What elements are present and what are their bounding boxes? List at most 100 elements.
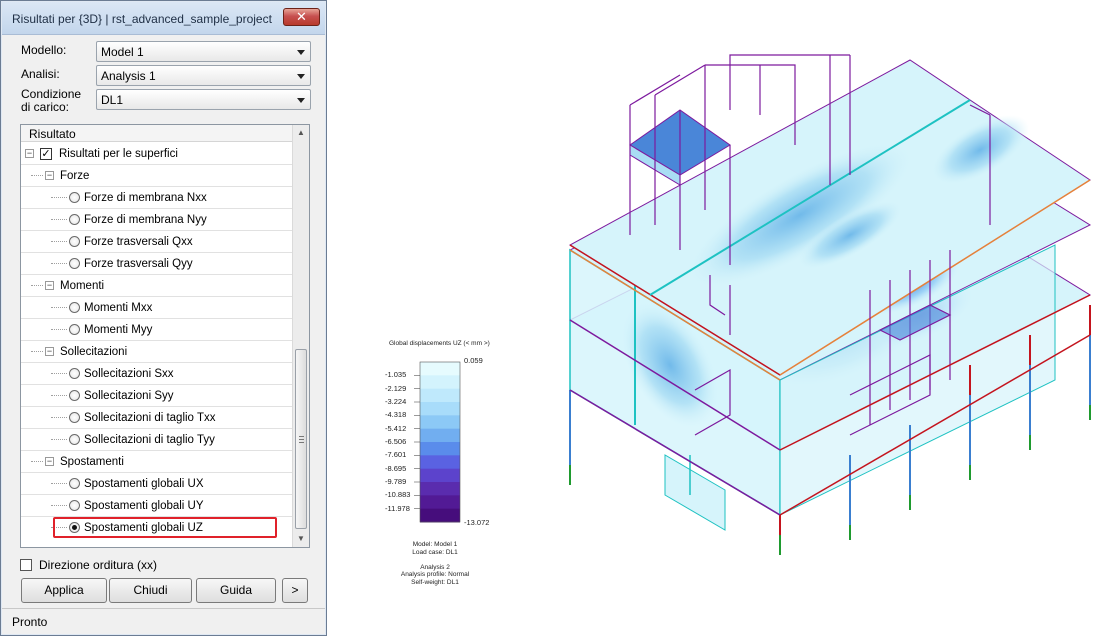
check-icon[interactable]: ✓ [40, 148, 52, 160]
results-tree: Risultato − ✓ Risultati per le superfici… [20, 124, 310, 548]
radio-icon[interactable] [69, 412, 80, 423]
tree-group-label: Spostamenti [60, 456, 124, 468]
legend-tick-label: -11.978 [385, 503, 410, 513]
title-bar[interactable]: Risultati per {3D} | rst_advanced_sample… [2, 2, 325, 35]
tree-item-label: Sollecitazioni Syy [84, 390, 174, 402]
model-3d-view[interactable] [550, 35, 1110, 575]
radio-icon[interactable] [69, 302, 80, 313]
radio-icon[interactable] [69, 192, 80, 203]
tree-item-label: Momenti Mxx [84, 302, 153, 314]
radio-icon[interactable] [69, 478, 80, 489]
tree-connector [51, 219, 67, 220]
tree-item-myy[interactable]: Momenti Myy [21, 319, 293, 341]
apply-button[interactable]: Applica [21, 578, 107, 603]
radio-icon[interactable] [69, 434, 80, 445]
tree-item-sxx[interactable]: Sollecitazioni Sxx [21, 363, 293, 385]
tree-item-label: Forze di membrana Nxx [84, 192, 207, 204]
collapse-icon[interactable]: − [45, 347, 54, 356]
legend-tick-label: -1.035 [385, 370, 407, 380]
tree-scrollbar[interactable]: ▲ ▼ [292, 125, 309, 547]
radio-icon[interactable] [69, 258, 80, 269]
tree-item-nyy[interactable]: Forze di membrana Nyy [21, 209, 293, 231]
legend-info-line: Analysis 2 [420, 563, 450, 571]
legend-tick-label: -2.129 [385, 383, 407, 393]
legend-info-line: Load case: DL1 [412, 548, 458, 556]
radio-icon[interactable] [69, 390, 80, 401]
legend-band [420, 482, 460, 496]
legend-tick-label: -5.412 [385, 423, 407, 433]
loadcase-select[interactable]: DL1 [96, 89, 311, 110]
legend-tick-label: -10.883 [385, 490, 411, 500]
tree-group-spostamenti[interactable]: − Spostamenti [21, 451, 293, 473]
legend-band [420, 455, 460, 470]
scroll-up-icon[interactable]: ▲ [293, 125, 309, 141]
analysis-select[interactable]: Analysis 1 [96, 65, 311, 86]
chevron-down-icon [297, 74, 305, 79]
legend-info-line: Analysis profile: Normal [400, 571, 470, 578]
collapse-icon[interactable]: − [45, 281, 54, 290]
tree-group-forze[interactable]: − Forze [21, 165, 293, 187]
help-button[interactable]: Guida [196, 578, 276, 603]
tree-item-syy[interactable]: Sollecitazioni Syy [21, 385, 293, 407]
scroll-down-icon[interactable]: ▼ [293, 531, 309, 547]
collapse-icon[interactable]: − [45, 457, 54, 466]
legend-title: Global displacements UZ (< mm >) [389, 340, 490, 347]
legend-top-value: 0.059 [464, 356, 483, 365]
tree-item-label: Sollecitazioni di taglio Txx [84, 412, 216, 424]
radio-icon[interactable] [69, 500, 80, 511]
close-icon[interactable]: ✕ [283, 8, 320, 26]
radio-icon[interactable] [69, 368, 80, 379]
analysis-label: Analisi: [21, 67, 60, 81]
tree-connector [31, 285, 43, 286]
radio-icon[interactable] [69, 324, 80, 335]
tree-connector [51, 307, 67, 308]
direction-checkbox[interactable] [20, 559, 32, 571]
direction-label: Direzione orditura (xx) [39, 558, 158, 572]
tree-item-uy[interactable]: Spostamenti globali UY [21, 495, 293, 517]
tree-group-label: Momenti [60, 280, 105, 292]
collapse-icon[interactable]: − [45, 171, 54, 180]
model-select-value: Model 1 [101, 45, 144, 59]
loadcase-row: Condizione di carico: DL1 [21, 87, 311, 117]
legend-band [420, 402, 460, 416]
legend-info-line: Model: Model 1 [412, 541, 458, 548]
tree-connector [31, 461, 43, 462]
radio-icon[interactable] [69, 214, 80, 225]
legend-band [420, 388, 460, 403]
model-label: Modello: [21, 43, 67, 57]
tree-group-sollecitazioni[interactable]: − Sollecitazioni [21, 341, 293, 363]
model-select[interactable]: Model 1 [96, 41, 311, 62]
tree-item-mxx[interactable]: Momenti Mxx [21, 297, 293, 319]
tree-connector [51, 197, 67, 198]
tree-group-momenti[interactable]: − Momenti [21, 275, 293, 297]
status-text: Pronto [12, 615, 48, 629]
tree-item-txx[interactable]: Sollecitazioni di taglio Txx [21, 407, 293, 429]
tree-header: Risultato [21, 125, 293, 142]
tree-item-qxx[interactable]: Forze trasversali Qxx [21, 231, 293, 253]
legend-band [420, 428, 460, 443]
legend-bottom-value: -13.072 [464, 518, 490, 527]
radio-icon[interactable] [69, 236, 80, 247]
more-button[interactable]: > [282, 578, 308, 603]
tree-connector [51, 263, 67, 264]
legend-band [420, 375, 460, 390]
tree-item-label: Momenti Myy [84, 324, 153, 336]
grip-icon [299, 436, 304, 443]
tree-item-nxx[interactable]: Forze di membrana Nxx [21, 187, 293, 209]
tree-item-tyy[interactable]: Sollecitazioni di taglio Tyy [21, 429, 293, 451]
chevron-down-icon [297, 98, 305, 103]
tree-item-qyy[interactable]: Forze trasversali Qyy [21, 253, 293, 275]
scroll-thumb[interactable] [295, 349, 307, 529]
tree-group-label: Sollecitazioni [60, 346, 128, 358]
tree-connector [51, 505, 67, 506]
collapse-icon[interactable]: − [25, 149, 34, 158]
legend-band [420, 415, 460, 430]
close-button[interactable]: Chiudi [109, 578, 192, 603]
legend-tick-label: -9.789 [385, 477, 407, 486]
results-dialog: Risultati per {3D} | rst_advanced_sample… [0, 0, 327, 636]
tree-group-label: Forze [60, 170, 90, 182]
selection-highlight [53, 517, 277, 538]
legend-tick-label: -7.601 [385, 450, 407, 460]
tree-root-surface-results[interactable]: − ✓ Risultati per le superfici [21, 143, 293, 165]
tree-item-ux[interactable]: Spostamenti globali UX [21, 473, 293, 495]
